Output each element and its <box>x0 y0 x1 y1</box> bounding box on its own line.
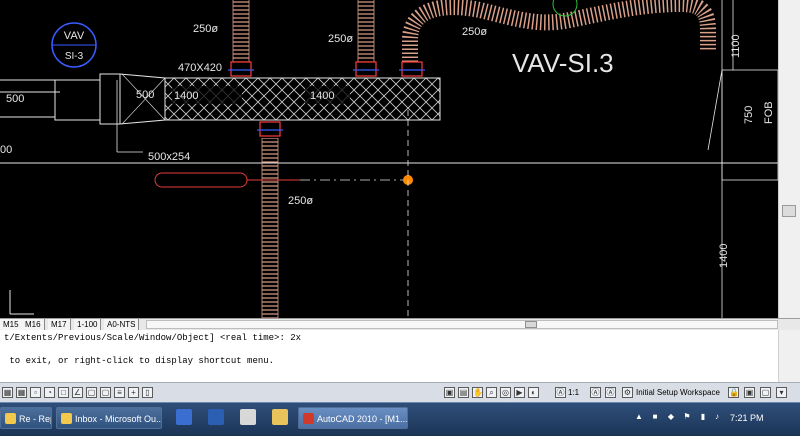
tray-app-icon[interactable]: ■ <box>650 412 660 422</box>
annotation-visibility-icon[interactable]: Ⓐ <box>590 387 601 398</box>
horizontal-scroll-thumb[interactable] <box>525 321 537 328</box>
taskbar-item-label: Re - Reply t... <box>19 414 51 424</box>
otrack-icon[interactable]: ∠ <box>72 387 83 398</box>
vav-bubble-top: VAV <box>64 30 85 42</box>
status-bar: ▦ ▦ ▫ ◔ □ ∠ ▢ ▢ ≡ + ▯ ▣ ▤ ✋ ⌕ ◎ ▶ ◐ Ⓐ 1:… <box>0 382 800 402</box>
vertical-scroll-thumb[interactable] <box>782 205 796 217</box>
outlook-icon <box>61 413 72 424</box>
pan-icon[interactable]: ✋ <box>472 387 483 398</box>
qp-icon[interactable]: + <box>128 387 139 398</box>
steering-wheel-icon[interactable]: ◎ <box>500 387 511 398</box>
dim-470x420: 470X420 <box>178 62 222 74</box>
ucs-icon <box>9 290 34 315</box>
lock-icon[interactable]: 🔒 <box>728 387 739 398</box>
grid-icon[interactable]: ▦ <box>16 387 27 398</box>
taskbar-item-autocad[interactable]: AutoCAD 2010 - [M1... <box>298 407 408 429</box>
lineweight-icon[interactable]: ≡ <box>114 387 125 398</box>
dim-1400-v: 1400 <box>718 244 730 268</box>
tray-flag-icon[interactable]: ⚑ <box>682 412 692 422</box>
fob-label: FOB <box>763 101 775 124</box>
annotation-scale-icon[interactable]: Ⓐ <box>555 387 566 398</box>
dia-250-d: 250ø <box>288 195 313 207</box>
command-scrollbar[interactable] <box>778 330 800 382</box>
dim-500-left: 500 <box>6 93 24 105</box>
vertical-scrollbar[interactable] <box>778 0 800 318</box>
tab-1-100[interactable]: 1-100 <box>74 319 102 330</box>
snap-icon[interactable]: ▦ <box>2 387 13 398</box>
command-line-1: t/Extents/Previous/Scale/Window/Object] … <box>4 333 302 343</box>
doc-icon[interactable] <box>240 409 256 425</box>
layout-tabs-bar: M15 M16 M17 1-100 A0-NTS <box>0 318 800 330</box>
polar-icon[interactable]: ◔ <box>44 387 55 398</box>
clock[interactable]: 7:21 PM <box>730 403 764 433</box>
dia-250-a: 250ø <box>193 23 218 35</box>
vav-bubble-bottom: SI-3 <box>65 51 84 62</box>
tab-m15[interactable]: M15 <box>0 319 23 330</box>
taskbar-item-label: AutoCAD 2010 - [M1... <box>317 414 408 424</box>
taskbar-item-inbox[interactable]: Inbox - Microsoft Ou... <box>56 407 162 429</box>
tray-signal-icon[interactable]: ▮ <box>698 412 708 422</box>
windows-taskbar: Re - Reply t... Inbox - Microsoft Ou... … <box>0 402 800 436</box>
layout-icon[interactable]: ▤ <box>458 387 469 398</box>
dim-500x254: 500x254 <box>148 151 190 163</box>
dyn-icon[interactable]: ▢ <box>100 387 111 398</box>
vav-equipment-label: VAV-SI.3 <box>512 48 614 78</box>
tray-settings-icon[interactable]: ▣ <box>744 387 755 398</box>
sc-icon[interactable]: ▯ <box>142 387 153 398</box>
tab-m17[interactable]: M17 <box>48 319 71 330</box>
workspace-gear-icon[interactable]: ⚙ <box>622 387 633 398</box>
autoscale-icon[interactable]: Ⓐ <box>605 387 616 398</box>
flex-duct-bottom <box>262 138 278 318</box>
dim-00-cut: 00 <box>0 144 12 156</box>
status-menu-icon[interactable]: ▾ <box>776 387 787 398</box>
command-line-2: to exit, or right-click to display short… <box>4 356 275 366</box>
model-icon[interactable]: ▣ <box>444 387 455 398</box>
command-history[interactable]: t/Extents/Previous/Scale/Window/Object] … <box>0 330 778 382</box>
dim-1100: 1100 <box>730 34 742 58</box>
workspace-switcher[interactable]: Initial Setup Workspace <box>636 388 720 397</box>
tray-volume-icon[interactable]: ♪ <box>712 412 722 422</box>
tray-arrow-icon[interactable]: ▲ <box>634 412 644 422</box>
folder-icon[interactable] <box>272 409 288 425</box>
ortho-icon[interactable]: ▫ <box>30 387 41 398</box>
autocad-icon <box>303 413 314 424</box>
network-icon[interactable] <box>176 409 192 425</box>
tab-m16[interactable]: M16 <box>22 319 45 330</box>
taskbar-item-label: Inbox - Microsoft Ou... <box>75 414 162 424</box>
mail-icon <box>5 413 16 424</box>
orbit-icon[interactable]: ◐ <box>528 387 539 398</box>
showmotion-icon[interactable]: ▶ <box>514 387 525 398</box>
osnap-icon[interactable]: □ <box>58 387 69 398</box>
dia-250-c: 250ø <box>462 26 487 38</box>
dia-250-b: 250ø <box>328 33 353 45</box>
annotation-scale-value[interactable]: 1:1 <box>568 388 579 397</box>
drawing-canvas[interactable]: VAV SI-3 500 00 500 1400 1400 470X420 50… <box>0 0 778 318</box>
dim-1400-b: 1400 <box>310 90 334 102</box>
word-icon[interactable] <box>208 409 224 425</box>
clean-screen-icon[interactable]: ▢ <box>760 387 771 398</box>
taskbar-item-reply[interactable]: Re - Reply t... <box>0 407 52 429</box>
ducs-icon[interactable]: ▢ <box>86 387 97 398</box>
dim-1400-a: 1400 <box>174 90 198 102</box>
tray-shield-icon[interactable]: ◆ <box>666 412 676 422</box>
dim-750: 750 <box>743 106 755 124</box>
flex-duct-top-mid <box>358 0 374 62</box>
tab-a0-nts[interactable]: A0-NTS <box>104 319 140 330</box>
dim-500-inner: 500 <box>136 89 154 101</box>
flex-duct-top-left <box>233 0 249 62</box>
zoom-icon[interactable]: ⌕ <box>486 387 497 398</box>
horizontal-scrollbar[interactable] <box>146 320 778 329</box>
